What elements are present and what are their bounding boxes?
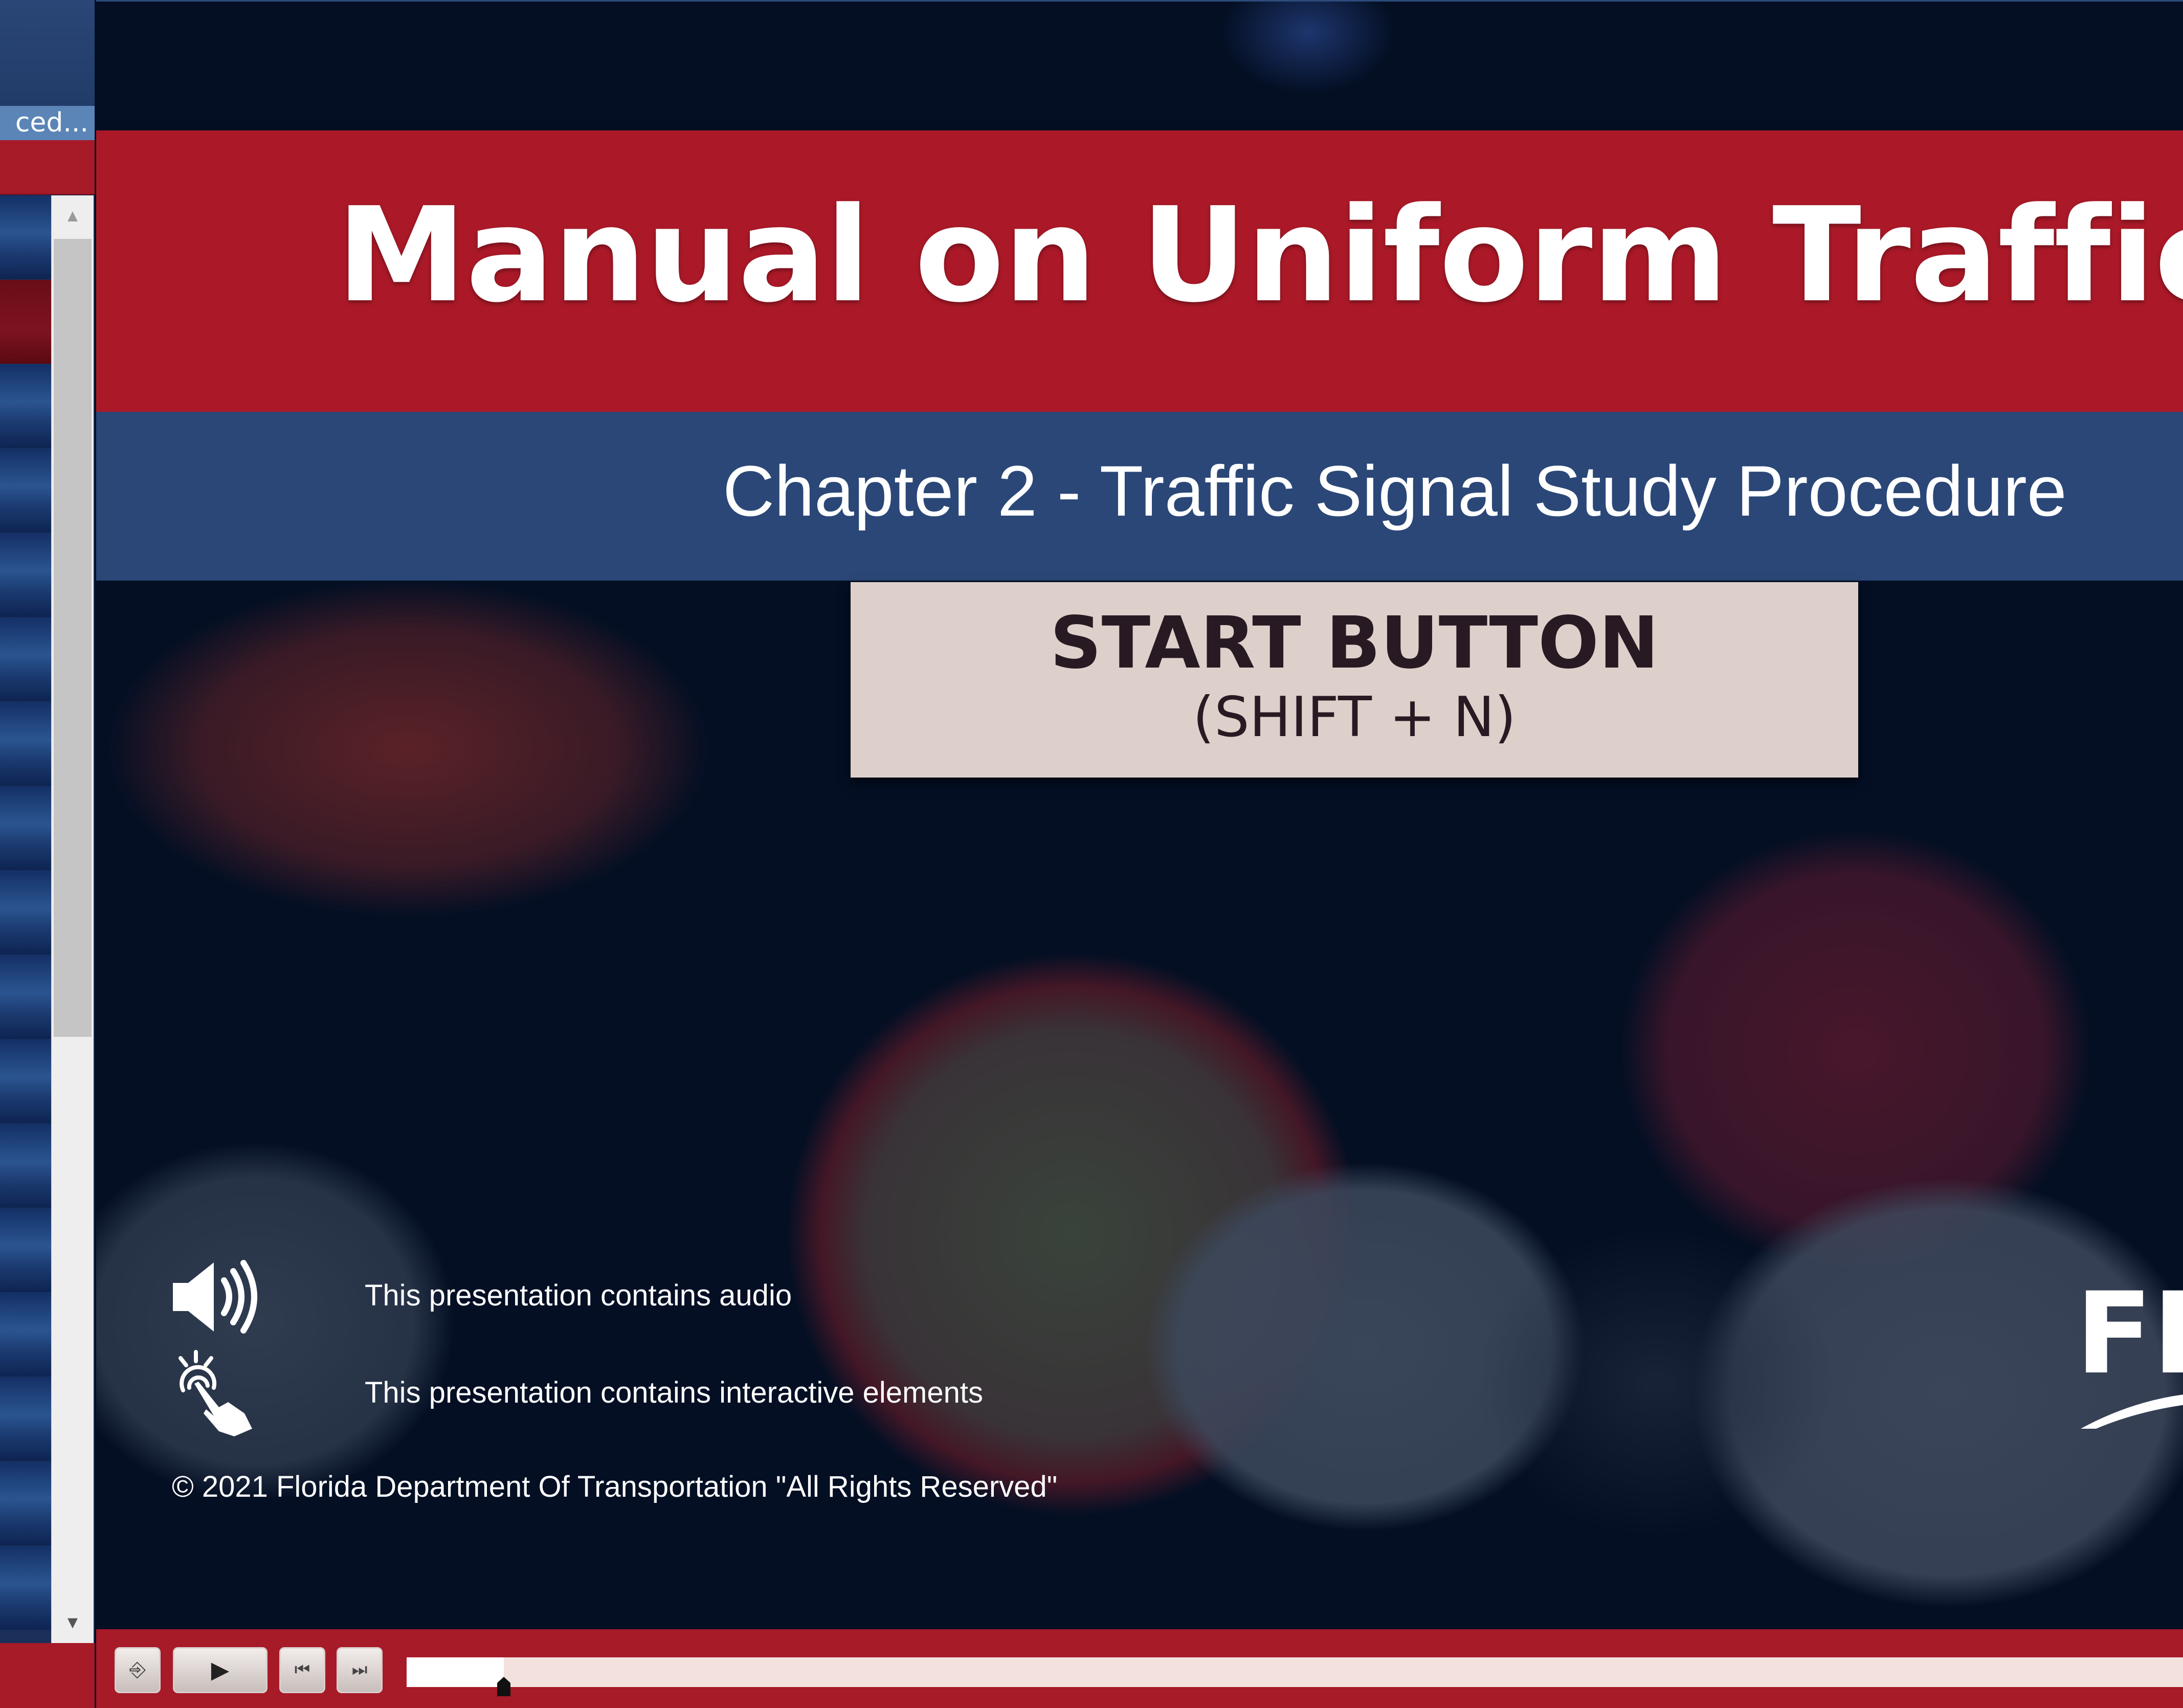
progress-handle[interactable]	[496, 1677, 511, 1696]
copyright-notice: © 2021 Florida Department Of Transportat…	[172, 1470, 1058, 1503]
play-icon: ▶	[211, 1656, 230, 1683]
outline-item[interactable]	[0, 1377, 51, 1461]
start-button-label: START BUTTON	[1050, 602, 1659, 685]
next-icon: ⏭	[351, 1660, 368, 1679]
title-banner: Manual on Uniform Traffic Stud	[96, 130, 2183, 412]
outline-item[interactable]	[0, 280, 51, 364]
fdot-logo-text: FD	[2076, 1275, 2183, 1399]
bokeh-light	[1477, 1229, 1835, 1536]
scroll-up-arrow-icon[interactable]: ▲	[52, 195, 94, 236]
outline-item[interactable]	[0, 195, 51, 279]
scroll-thumb[interactable]	[54, 239, 92, 1037]
interactive-notice: This presentation contains interactive e…	[168, 1347, 1037, 1449]
start-button[interactable]: START BUTTON (SHIFT + N)	[851, 582, 1858, 778]
outline-item[interactable]	[0, 533, 51, 617]
subtitle-banner: Chapter 2 - Traffic Signal Study Procedu…	[96, 412, 2183, 581]
sidebar-footer	[0, 1643, 95, 1708]
outline-item[interactable]	[0, 449, 51, 533]
audio-notice: This presentation contains audio	[168, 1250, 884, 1352]
outline-sidebar: ced... ▲ ▼	[0, 0, 95, 1708]
slide-canvas: Manual on Uniform Traffic Stud Chapter 2…	[96, 0, 2183, 1631]
outline-scrollbar[interactable]: ▲ ▼	[51, 195, 94, 1643]
speaker-icon	[173, 1260, 257, 1334]
exit-button[interactable]: ⎆	[115, 1647, 161, 1693]
outline-item[interactable]	[0, 617, 51, 701]
previous-icon: ⏮	[294, 1660, 310, 1679]
play-button[interactable]: ▶	[173, 1647, 268, 1693]
exit-icon: ⎆	[129, 1658, 146, 1681]
outline-item[interactable]	[0, 702, 51, 786]
previous-button[interactable]: ⏮	[279, 1647, 325, 1693]
outline-item[interactable]	[0, 955, 51, 1039]
start-button-shortcut: (SHIFT + N)	[1192, 685, 1517, 749]
bokeh-light	[1221, 2, 1395, 94]
outline-item[interactable]	[0, 1208, 51, 1292]
player-controls: ⎆ ▶ ⏮ ⏭	[96, 1629, 2183, 1708]
player-window: ced... ▲ ▼ Manual on Uniform Traffic Stu…	[0, 0, 2183, 1708]
chapter-subtitle: Chapter 2 - Traffic Signal Study Procedu…	[723, 451, 2067, 531]
outline-item[interactable]	[0, 786, 51, 870]
sidebar-section-header	[0, 140, 95, 195]
outline-item[interactable]	[0, 1461, 51, 1545]
outline-item[interactable]	[0, 364, 51, 448]
outline-item[interactable]	[0, 1546, 51, 1630]
tap-hand-icon	[179, 1350, 252, 1436]
progress-bar[interactable]	[407, 1657, 2183, 1696]
outline-list	[0, 195, 51, 1643]
outline-item[interactable]	[0, 1124, 51, 1208]
interactive-notice-text: This presentation contains interactive e…	[365, 1376, 983, 1409]
outline-item[interactable]	[0, 871, 51, 955]
bokeh-light	[106, 580, 710, 917]
course-title: Manual on Uniform Traffic Stud	[337, 180, 2183, 331]
sidebar-header	[0, 0, 95, 106]
outline-item[interactable]	[0, 1039, 51, 1123]
progress-fill	[407, 1657, 504, 1687]
scroll-down-arrow-icon[interactable]: ▼	[52, 1602, 94, 1643]
next-button[interactable]: ⏭	[337, 1647, 383, 1693]
audio-notice-text: This presentation contains audio	[365, 1279, 792, 1312]
outline-item[interactable]	[0, 1293, 51, 1377]
sidebar-course-title[interactable]: ced...	[0, 106, 95, 140]
fdot-logo: FD	[2076, 1275, 2183, 1429]
